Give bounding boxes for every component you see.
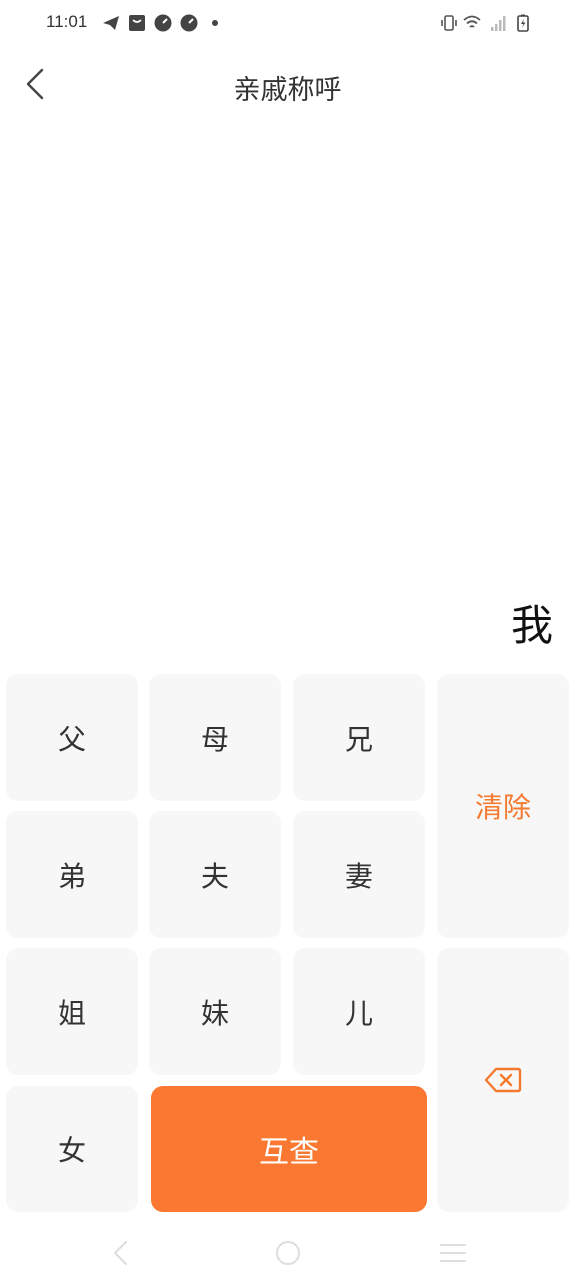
dot-icon [212, 20, 218, 26]
vibrate-icon [441, 15, 457, 31]
status-bar: 11:01 [0, 0, 575, 48]
gauge-icon [154, 14, 172, 32]
backspace-icon [484, 1067, 522, 1093]
query-button[interactable]: 互查 [151, 1086, 427, 1212]
key-elder-sister[interactable]: 姐 [6, 948, 138, 1075]
key-label: 弟 [57, 859, 86, 893]
key-husband[interactable]: 夫 [149, 811, 281, 938]
battery-charging-icon [517, 14, 529, 32]
key-label: 夫 [200, 859, 229, 893]
status-time: 11:01 [46, 12, 88, 31]
key-younger-brother[interactable]: 弟 [6, 811, 138, 938]
gauge-icon [180, 14, 198, 32]
key-label: 女 [57, 1134, 86, 1167]
key-father[interactable]: 父 [6, 674, 138, 801]
key-label: 母 [200, 722, 229, 756]
key-label: 妹 [200, 996, 229, 1030]
result-display: 我 [0, 120, 575, 660]
wifi-icon [463, 15, 481, 28]
clear-button[interactable]: 清除 [437, 674, 569, 938]
clear-label: 清除 [474, 791, 531, 824]
key-son[interactable]: 儿 [293, 948, 425, 1075]
key-label: 儿 [344, 996, 373, 1030]
query-label: 互查 [259, 1135, 319, 1170]
nav-back-icon[interactable] [104, 1236, 138, 1270]
telegram-icon [103, 16, 119, 30]
page-title: 亲戚称呼 [233, 75, 342, 106]
key-daughter[interactable]: 女 [6, 1086, 138, 1212]
key-label: 妻 [344, 859, 373, 893]
nav-home-icon[interactable] [271, 1236, 305, 1270]
key-elder-brother[interactable]: 兄 [293, 674, 425, 801]
key-younger-sister[interactable]: 妹 [149, 948, 281, 1075]
key-label: 姐 [57, 996, 86, 1030]
key-label: 父 [57, 722, 86, 756]
system-nav-bar [0, 1226, 575, 1280]
bag-icon [129, 15, 145, 31]
header: 亲戚称呼 [0, 52, 575, 116]
backspace-button[interactable] [437, 948, 569, 1212]
nav-menu-icon[interactable] [436, 1236, 470, 1270]
result-text: 我 [510, 601, 553, 650]
signal-icon [491, 16, 506, 31]
key-mother[interactable]: 母 [149, 674, 281, 801]
key-label: 兄 [344, 722, 373, 756]
key-wife[interactable]: 妻 [293, 811, 425, 938]
